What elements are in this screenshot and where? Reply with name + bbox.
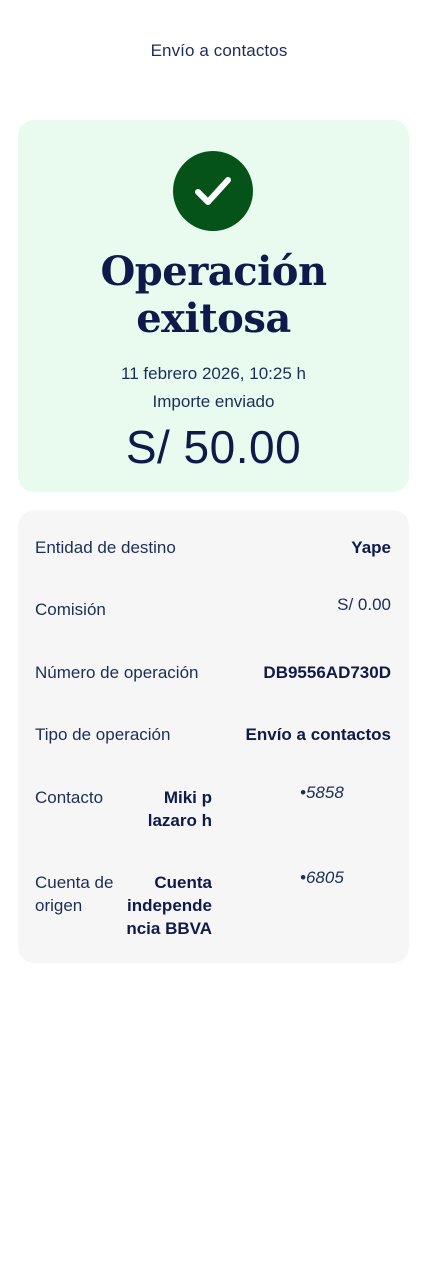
check-mark-svg (195, 177, 231, 205)
comision-value: S/ 0.00 (337, 595, 391, 614)
success-card: Operación exitosa 11 febrero 2026, 10:25… (18, 120, 409, 492)
contacto-name-line2: lazaro h (147, 811, 212, 830)
details-card: Entidad de destino Yape Comisión S/ 0.00… (18, 510, 409, 963)
operation-datetime: 11 febrero 2026, 10:25 h (121, 364, 306, 383)
tipo-operacion-label: Tipo de operación (35, 725, 171, 744)
entidad-value: Yape (351, 538, 391, 557)
cuenta-origen-line2: independe (126, 896, 212, 915)
contacto-label: Contacto (35, 788, 104, 807)
amount-label: Importe enviado (152, 392, 275, 411)
tipo-operacion-value: Envío a contactos (245, 725, 391, 744)
contacto-masked-number: •5858 (300, 783, 344, 802)
numero-operacion-value: DB9556AD730D (263, 663, 391, 682)
entidad-label: Entidad de destino (35, 538, 176, 557)
numero-operacion-label: Número de operación (35, 663, 199, 682)
success-title: Operación exitosa (100, 248, 327, 342)
comision-label: Comisión (35, 600, 106, 619)
cuenta-origen-masked-number: •6805 (300, 868, 344, 887)
check-icon (173, 151, 253, 231)
cuenta-origen-line3: ncia BBVA (126, 919, 212, 938)
cuenta-origen-name: Cuenta independe ncia BBVA (112, 871, 212, 940)
cuenta-origen-line1: Cuenta (154, 873, 212, 892)
contacto-name-line1: Miki p (163, 788, 212, 807)
amount-value: S/ 50.00 (125, 421, 302, 473)
contacto-name: Miki p lazaro h (112, 786, 212, 832)
operation-receipt-screen: Envío a contactos Operación exitosa 11 f… (0, 0, 438, 1280)
page-title: Envío a contactos (150, 41, 288, 60)
